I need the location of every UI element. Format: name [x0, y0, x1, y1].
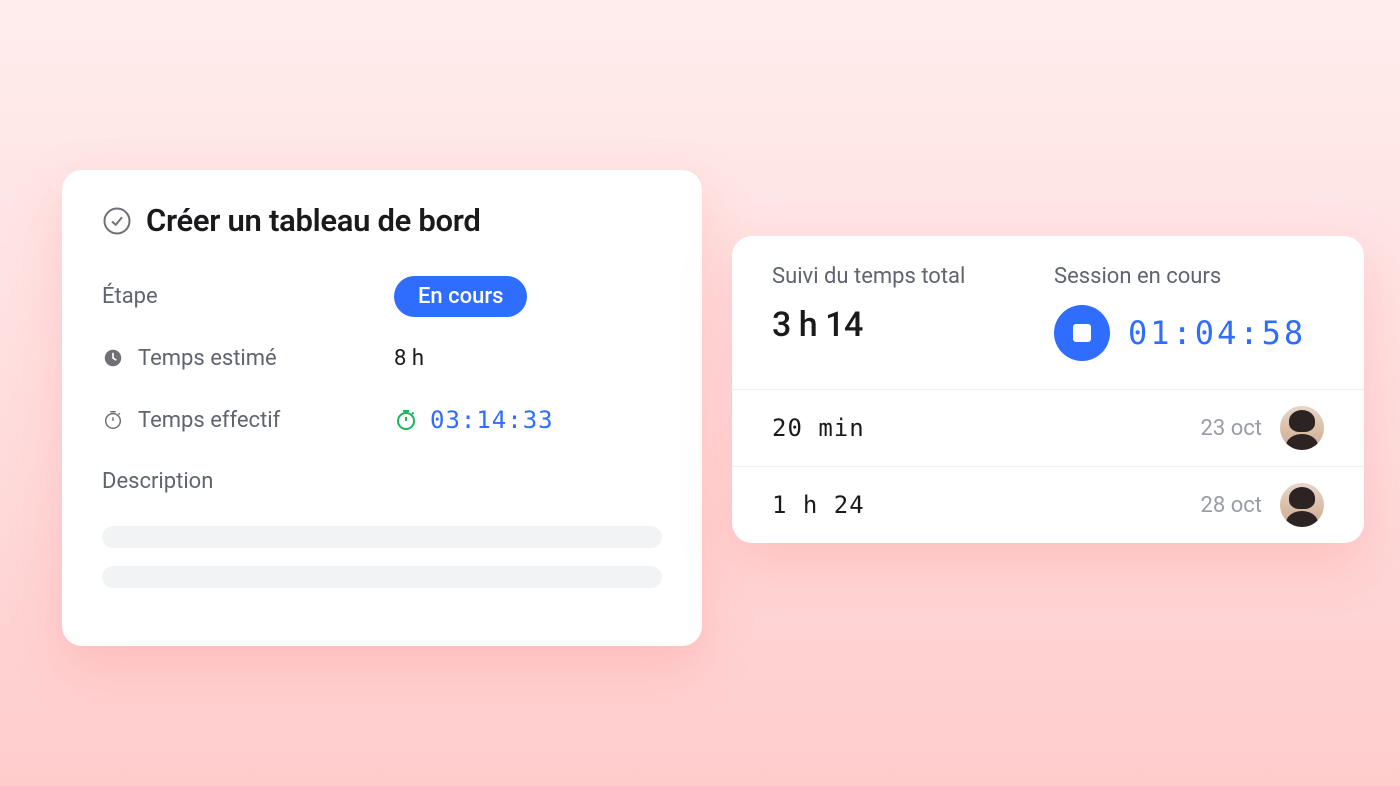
log-date: 28 oct [1201, 493, 1262, 518]
log-date: 23 oct [1201, 416, 1262, 441]
description-placeholder-line [102, 566, 662, 588]
actual-value: 03:14:33 [430, 406, 554, 434]
actual-label: Temps effectif [138, 408, 280, 433]
estimate-value: 8 h [394, 346, 424, 371]
avatar [1280, 483, 1324, 527]
log-duration: 1 h 24 [772, 491, 865, 519]
task-detail-card: Créer un tableau de bord Étape En cours … [62, 170, 702, 646]
description-label: Description [102, 469, 662, 494]
total-time-value: 3 h 14 [772, 305, 1054, 345]
log-duration: 20 min [772, 414, 865, 442]
actual-row: Temps effectif 03:14:33 [102, 395, 662, 445]
avatar [1280, 406, 1324, 450]
task-title: Créer un tableau de bord [146, 202, 481, 239]
time-log-row[interactable]: 1 h 24 28 oct [732, 466, 1364, 543]
total-time-label: Suivi du temps total [772, 264, 1054, 289]
stop-timer-button[interactable] [1054, 305, 1110, 361]
time-summary-row: Suivi du temps total 3 h 14 Session en c… [732, 236, 1364, 389]
status-pill[interactable]: En cours [394, 276, 527, 317]
description-placeholder-line [102, 526, 662, 548]
session-time-value: 01:04:58 [1128, 314, 1306, 352]
clock-icon [102, 347, 124, 369]
stop-icon [1073, 324, 1091, 342]
task-title-row: Créer un tableau de bord [102, 202, 662, 239]
time-log-row[interactable]: 20 min 23 oct [732, 389, 1364, 466]
time-tracking-card: Suivi du temps total 3 h 14 Session en c… [732, 236, 1364, 543]
estimate-label: Temps estimé [138, 346, 277, 371]
estimate-row: Temps estimé 8 h [102, 333, 662, 383]
stage-label: Étape [102, 284, 158, 309]
check-circle-icon[interactable] [102, 206, 132, 236]
running-timer-icon[interactable] [394, 408, 418, 432]
stage-row: Étape En cours [102, 271, 662, 321]
session-label: Session en cours [1054, 264, 1306, 289]
stopwatch-icon [102, 409, 124, 431]
